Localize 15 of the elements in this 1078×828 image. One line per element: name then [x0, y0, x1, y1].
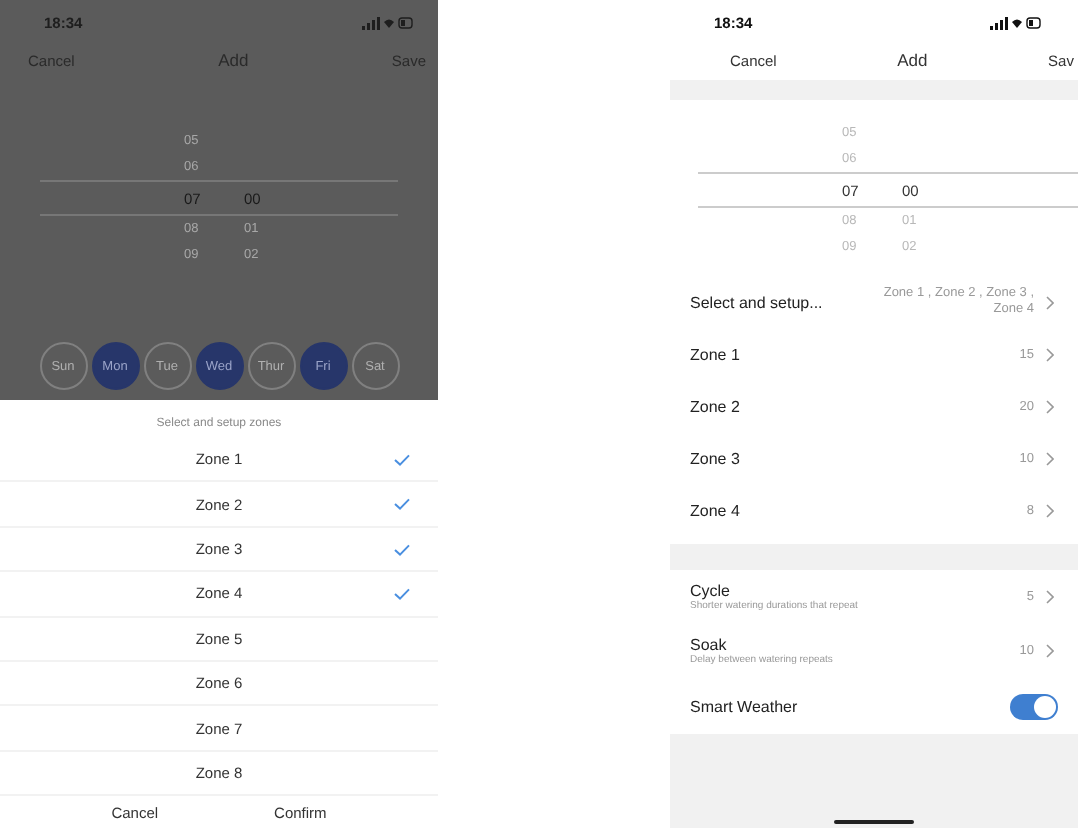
chevron-icon	[1046, 451, 1054, 465]
setting-title: Cycle	[690, 582, 733, 600]
setting-title: Smart Weather	[690, 697, 800, 715]
chevron-icon	[1046, 295, 1054, 309]
home-indicator	[834, 820, 914, 824]
chevron-icon	[1046, 644, 1054, 658]
chevron-icon	[1046, 503, 1054, 517]
chevron-icon	[1046, 347, 1054, 361]
setting-title: Soak	[690, 636, 729, 654]
status-icons	[362, 15, 414, 29]
status-icons	[990, 15, 1042, 29]
nav-title: Add	[897, 50, 928, 70]
chevron-icon	[1046, 399, 1054, 413]
toggle-switch[interactable]	[1010, 693, 1058, 719]
chevron-icon	[1046, 590, 1054, 604]
